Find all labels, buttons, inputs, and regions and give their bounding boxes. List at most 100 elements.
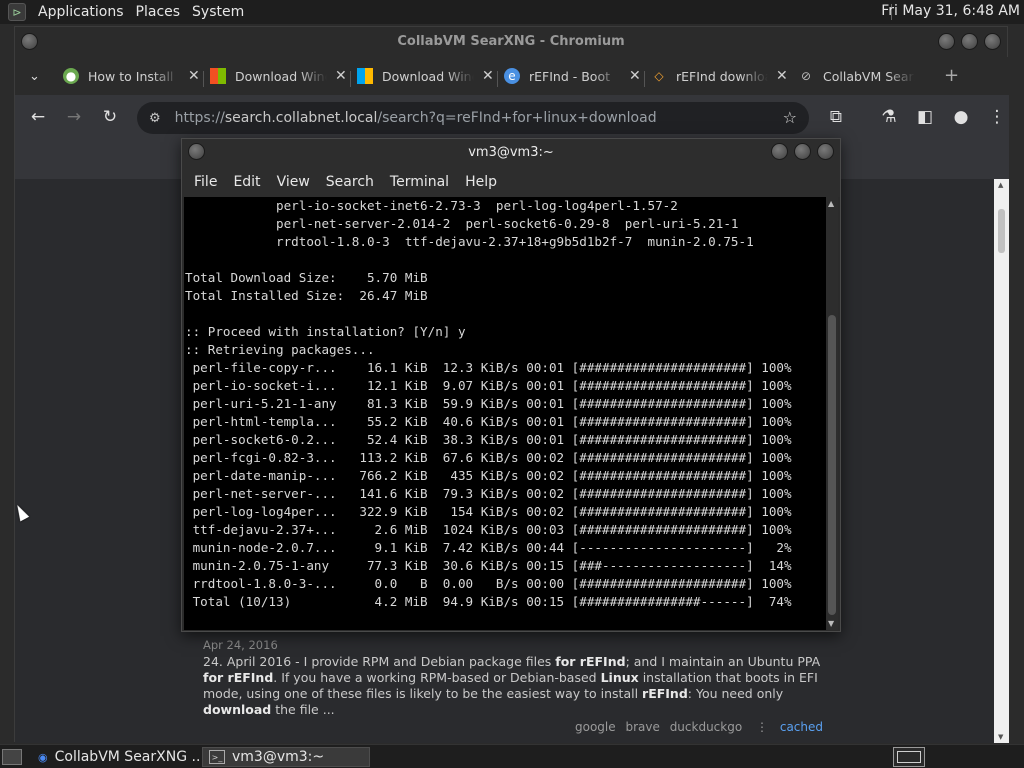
terminal-line: munin-node-2.0.7... 9.1 KiB 7.42 KiB/s 0… xyxy=(185,540,792,555)
distro-logo-icon[interactable]: ⊳ xyxy=(8,3,26,21)
result-snippet: 24. April 2016 - I provide RPM and Debia… xyxy=(203,654,823,718)
terminal-line: Total (10/13) 4.2 MiB 94.9 KiB/s 00:15 [… xyxy=(185,594,792,609)
tab-separator xyxy=(350,71,351,87)
terminal-line: rrdtool-1.8.0-3 ttf-dejavu-2.37+18+g9b5d… xyxy=(185,234,754,249)
bottom-panel: ◉ CollabVM SearXNG ... >_ vm3@vm3:~ xyxy=(0,744,1024,768)
taskbar-terminal[interactable]: >_ vm3@vm3:~ xyxy=(202,747,370,767)
snippet-highlight: for rEFInd xyxy=(203,670,274,685)
tab-title: CollabVM SearXNG xyxy=(823,68,915,84)
close-window-button[interactable] xyxy=(984,33,1001,50)
menu-file[interactable]: File xyxy=(194,174,217,190)
maximize-button[interactable] xyxy=(961,33,978,50)
terminal-scroll-thumb[interactable] xyxy=(828,315,836,615)
workspace-1[interactable] xyxy=(897,751,921,763)
terminal-line: perl-file-copy-r... 16.1 KiB 12.3 KiB/s … xyxy=(185,360,792,375)
close-tab-icon[interactable]: ✕ xyxy=(335,68,347,84)
applications-menu[interactable]: Applications xyxy=(38,4,124,20)
taskbar-chromium[interactable]: ◉ CollabVM SearXNG ... xyxy=(32,747,200,767)
cached-link[interactable]: cached xyxy=(780,720,823,734)
scroll-up-arrow-icon[interactable]: ▲ xyxy=(828,199,834,208)
close-tab-icon[interactable]: ✕ xyxy=(482,68,494,84)
terminal-titlebar[interactable]: vm3@vm3:~ xyxy=(182,139,840,167)
url-text[interactable]: https://search.collabnet.local/search?q=… xyxy=(175,110,657,126)
terminal-title: vm3@vm3:~ xyxy=(468,145,554,160)
tab-download-windows-2[interactable]: Download Windows ✕ xyxy=(357,63,503,89)
window-menu-button[interactable] xyxy=(188,143,205,160)
tab-strip: ⌄ ● How to Install ✕ Download Windows ✕ … xyxy=(15,57,1009,95)
snippet-text: the file ... xyxy=(271,702,335,717)
site-info-icon[interactable]: ⚙ xyxy=(149,111,161,126)
scroll-down-arrow-icon[interactable]: ▼ xyxy=(998,733,1003,741)
places-menu[interactable]: Places xyxy=(136,4,181,20)
mint-icon: ● xyxy=(63,68,79,84)
engine-brave: brave xyxy=(625,720,660,734)
tab-refind-download[interactable]: ◇ rEFInd download ✕ xyxy=(651,63,797,89)
page-scroll-thumb[interactable] xyxy=(998,209,1005,253)
engines-separator: ⋮ xyxy=(756,720,769,734)
menu-edit[interactable]: Edit xyxy=(233,174,260,190)
tab-refind-boot[interactable]: e rEFInd - Boot ✕ xyxy=(504,63,650,89)
terminal-line: Total Installed Size: 26.47 MiB xyxy=(185,288,428,303)
side-panel-icon[interactable]: ◧ xyxy=(914,107,936,127)
tab-title: Download Windows xyxy=(382,68,474,84)
menu-help[interactable]: Help xyxy=(465,174,497,190)
workspace-switcher[interactable] xyxy=(893,747,925,767)
terminal-line: perl-net-server-... 141.6 KiB 79.3 KiB/s… xyxy=(185,486,792,501)
address-bar[interactable]: ⚙ https://search.collabnet.local/search?… xyxy=(137,102,809,134)
page-scrollbar[interactable]: ▲ ▼ xyxy=(994,179,1009,743)
terminal-text: perl-io-socket-inet6-2.73-3 perl-log-log… xyxy=(184,197,826,611)
clock[interactable]: Fri May 31, 6:48 AM xyxy=(881,3,1020,19)
system-menu[interactable]: System xyxy=(192,4,244,20)
engine-google: google xyxy=(575,720,616,734)
tab-collabvm-searxng[interactable]: ⊘ CollabVM SearXNG xyxy=(798,63,944,89)
task-label: vm3@vm3:~ xyxy=(232,749,325,765)
show-desktop-icon[interactable] xyxy=(2,749,22,765)
close-tab-icon[interactable]: ✕ xyxy=(188,68,200,84)
snippet-text: ; and I maintain an Ubuntu PPA xyxy=(625,654,821,669)
more-menu-icon[interactable]: ⋮ xyxy=(986,107,1008,127)
extensions-puzzle-icon[interactable]: ⧉ xyxy=(825,107,847,127)
labs-flask-icon[interactable]: ⚗ xyxy=(878,107,900,127)
result-engines: google brave duckduckgo ⋮ cached xyxy=(203,719,823,735)
windows-icon xyxy=(210,68,226,84)
minimize-button[interactable] xyxy=(771,143,788,160)
minimize-button[interactable] xyxy=(938,33,955,50)
terminal-line: perl-html-templa... 55.2 KiB 40.6 KiB/s … xyxy=(185,414,792,429)
top-menu: Applications Places System xyxy=(26,4,244,20)
close-tab-icon[interactable]: ✕ xyxy=(776,68,788,84)
top-panel: ⊳ Applications Places System Fri May 31,… xyxy=(0,0,1024,24)
snippet-highlight: rEFInd xyxy=(642,686,688,701)
engine-duckduckgo: duckduckgo xyxy=(669,720,743,734)
terminal-scrollbar[interactable]: ▲ ▼ xyxy=(826,197,838,630)
terminal-output[interactable]: perl-io-socket-inet6-2.73-3 perl-log-log… xyxy=(184,197,826,630)
tab-how-to-install[interactable]: ● How to Install ✕ xyxy=(63,63,209,89)
snippet-text: . If you have a working RPM-based or Deb… xyxy=(273,670,601,685)
menu-view[interactable]: View xyxy=(277,174,310,190)
chromium-icon: ◉ xyxy=(38,750,48,764)
menu-terminal[interactable]: Terminal xyxy=(390,174,449,190)
new-tab-plus-icon[interactable]: + xyxy=(944,65,959,86)
terminal-line: perl-fcgi-0.82-3... 113.2 KiB 67.6 KiB/s… xyxy=(185,450,792,465)
close-window-button[interactable] xyxy=(817,143,834,160)
maximize-button[interactable] xyxy=(794,143,811,160)
tab-search-chevron-icon[interactable]: ⌄ xyxy=(29,69,40,84)
scroll-down-arrow-icon[interactable]: ▼ xyxy=(828,619,834,628)
task-label: CollabVM SearXNG ... xyxy=(54,749,200,765)
forward-arrow-icon[interactable]: → xyxy=(63,107,85,127)
scroll-up-arrow-icon[interactable]: ▲ xyxy=(998,181,1003,189)
terminal-line: perl-uri-5.21-1-any 81.3 KiB 59.9 KiB/s … xyxy=(185,396,792,411)
tab-separator xyxy=(497,71,498,87)
profile-avatar-icon[interactable]: ● xyxy=(950,107,972,127)
close-tab-icon[interactable]: ✕ xyxy=(629,68,641,84)
window-menu-button[interactable] xyxy=(21,33,38,50)
tab-title: rEFInd download xyxy=(676,68,768,84)
tab-separator xyxy=(644,71,645,87)
chromium-titlebar[interactable]: CollabVM SearXNG - Chromium xyxy=(15,27,1007,57)
bookmark-star-icon[interactable]: ☆ xyxy=(783,108,797,127)
menu-search[interactable]: Search xyxy=(326,174,374,190)
reload-icon[interactable]: ↻ xyxy=(99,107,121,127)
terminal-line: ttf-dejavu-2.37+... 2.6 MiB 1024 KiB/s 0… xyxy=(185,522,792,537)
tab-download-windows-1[interactable]: Download Windows ✕ xyxy=(210,63,356,89)
back-arrow-icon[interactable]: ← xyxy=(27,107,49,127)
